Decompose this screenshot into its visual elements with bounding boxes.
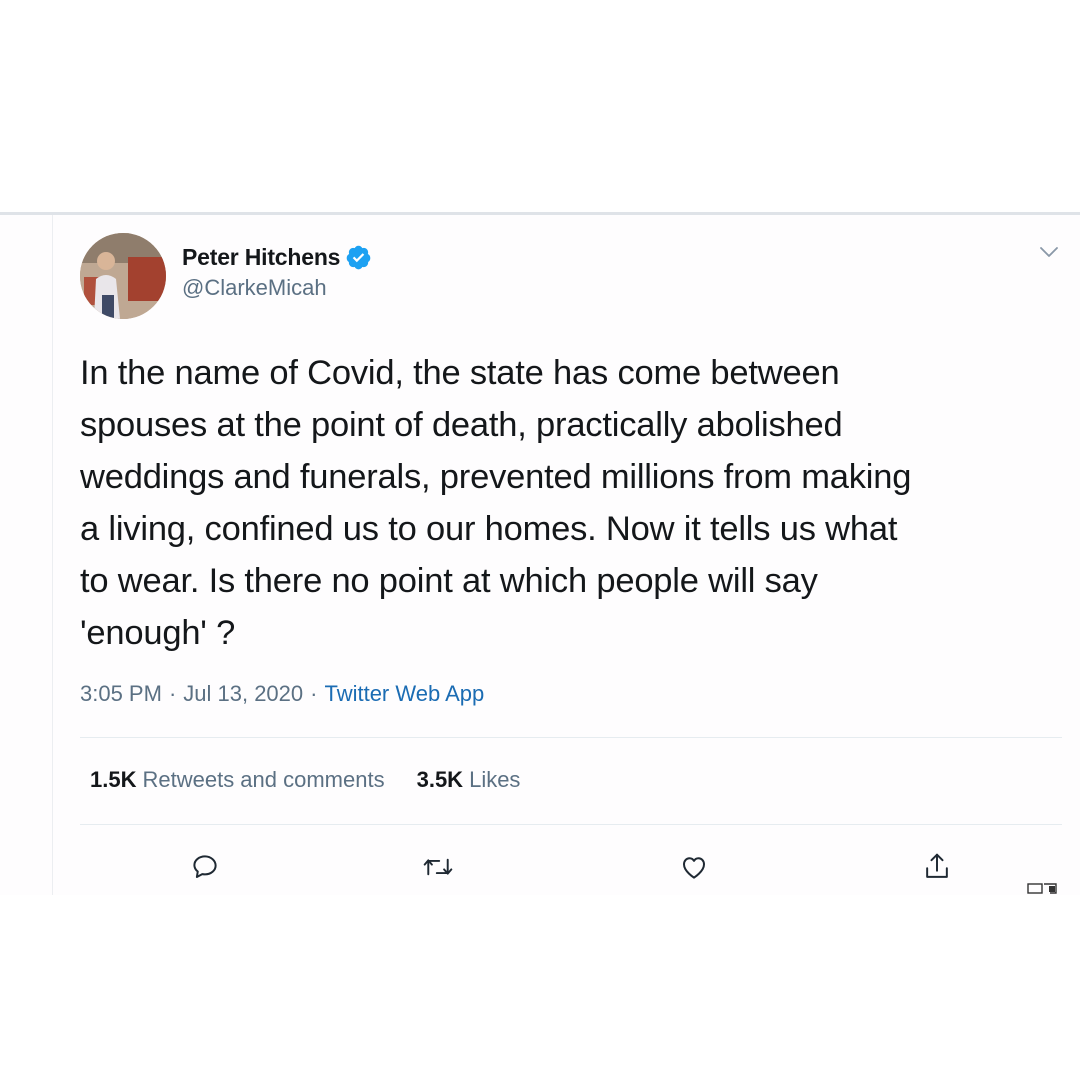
divider — [80, 824, 1062, 825]
avatar-photo — [80, 233, 166, 319]
retweets-count: 1.5K — [90, 767, 137, 792]
author-name-row: Peter Hitchens — [182, 239, 372, 275]
chevron-down-icon — [1040, 247, 1058, 257]
author-handle[interactable]: @ClarkeMicah — [182, 275, 327, 301]
retweets-stat[interactable]: 1.5K Retweets and comments — [90, 767, 385, 793]
screenshot-watermark-icon — [1027, 883, 1057, 894]
likes-count: 3.5K — [416, 767, 464, 792]
tweet-actions — [0, 845, 1080, 889]
more-options-button[interactable] — [1034, 237, 1064, 267]
tweet-stats: 1.5K Retweets and comments 3.5K Likes — [90, 767, 520, 793]
retweets-label: Retweets and comments — [142, 767, 385, 792]
retweet-button[interactable] — [416, 845, 460, 889]
retweet-arrows-icon — [423, 858, 453, 876]
reply-button[interactable] — [183, 845, 227, 889]
screenshot-canvas: Peter Hitchens @ClarkeMicah In the name … — [0, 0, 1080, 1080]
share-button[interactable] — [915, 845, 959, 889]
share-upload-icon — [926, 853, 948, 878]
column-border — [52, 215, 53, 895]
tweet-text: In the name of Covid, the state has come… — [80, 354, 912, 652]
likes-stat[interactable]: 3.5K Likes — [417, 767, 521, 793]
avatar[interactable] — [80, 233, 166, 319]
author-name[interactable]: Peter Hitchens — [182, 244, 340, 271]
divider — [80, 737, 1062, 738]
tweet-card: Peter Hitchens @ClarkeMicah In the name … — [0, 212, 1080, 895]
tweet-source-link[interactable]: Twitter Web App — [324, 681, 484, 707]
tweet-meta: 3:05 PM · Jul 13, 2020 · Twitter Web App — [80, 681, 484, 707]
meta-separator: · — [310, 681, 318, 706]
likes-label: Likes — [469, 767, 521, 792]
verified-badge-icon — [345, 244, 372, 271]
speech-bubble-icon — [193, 855, 217, 878]
tweet-date[interactable]: Jul 13, 2020 — [183, 681, 303, 707]
like-button[interactable] — [672, 845, 716, 889]
heart-icon — [683, 857, 705, 879]
tweet-time[interactable]: 3:05 PM — [80, 681, 162, 707]
meta-separator: · — [168, 681, 177, 706]
